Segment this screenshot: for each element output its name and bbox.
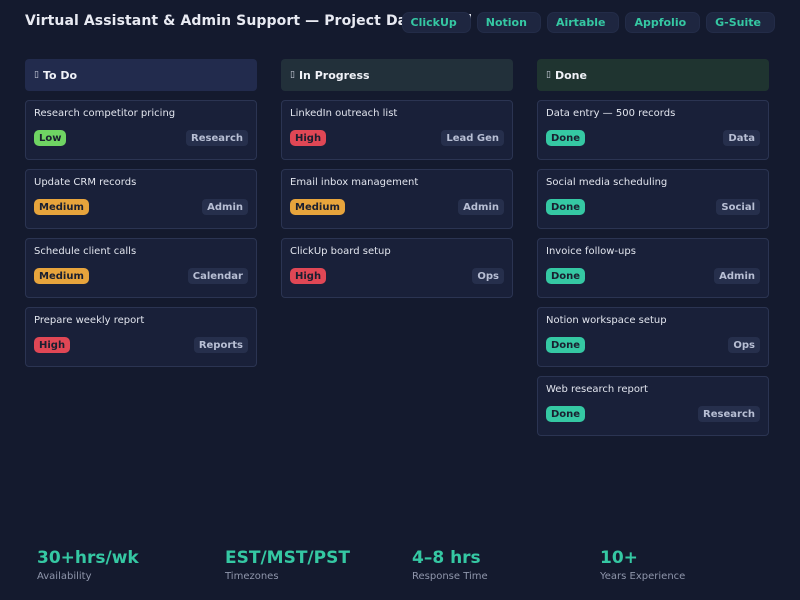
stat-value: 4–8 hrs xyxy=(412,548,481,568)
square-icon: ▯ xyxy=(546,70,551,80)
category-tag: Ops xyxy=(728,337,760,353)
tool-list: ClickUp Notion Airtable Appfolio G-Suite xyxy=(401,12,775,33)
task-card[interactable]: Email inbox management Medium Admin xyxy=(281,169,513,229)
category-tag: Research xyxy=(698,406,760,422)
task-title: Invoice follow-ups xyxy=(546,246,636,257)
stat-label: Availability xyxy=(37,571,92,582)
priority-badge: High xyxy=(290,130,327,146)
task-card[interactable]: Web research report Done Research xyxy=(537,376,769,436)
stat-value: EST/MST/PST xyxy=(225,548,350,568)
stat-label: Years Experience xyxy=(600,571,686,582)
stat-response-time: 4–8 hrs Response Time xyxy=(412,548,488,582)
task-card[interactable]: Update CRM records Medium Admin xyxy=(25,169,257,229)
category-tag: Reports xyxy=(193,337,248,353)
task-title: Schedule client calls xyxy=(34,246,137,257)
column-done: ▯ Done Data entry — 500 records Done Data Soc… xyxy=(537,59,769,436)
task-title: Update CRM records xyxy=(34,177,137,188)
square-icon: ▯ xyxy=(290,70,295,80)
category-tag: Calendar xyxy=(187,268,248,284)
priority-badge: Done xyxy=(546,406,586,422)
task-title: Notion workspace setup xyxy=(546,315,667,326)
column-label: To Do xyxy=(42,68,78,82)
header: Virtual Assistant & Admin Support — Proj… xyxy=(0,0,800,46)
kanban-board: ▯ To Do Research competitor pricing Low Rese… xyxy=(25,59,770,439)
tool-chip-clickup[interactable]: ClickUp xyxy=(401,12,471,33)
category-tag: Research xyxy=(186,130,248,146)
priority-badge: Done xyxy=(546,337,586,353)
column-header: ▯ To Do xyxy=(25,59,257,91)
task-card[interactable]: Research competitor pricing Low Research xyxy=(25,100,257,160)
stat-timezones: EST/MST/PST Timezones xyxy=(225,548,350,582)
task-card[interactable]: ClickUp board setup High Ops xyxy=(281,238,513,298)
square-icon: ▯ xyxy=(34,70,39,80)
priority-badge: Medium xyxy=(34,268,89,284)
task-title: Prepare weekly report xyxy=(34,315,145,326)
task-title: Data entry — 500 records xyxy=(546,108,676,119)
stat-availability: 30+hrs/wk Availability xyxy=(37,548,139,582)
column-todo: ▯ To Do Research competitor pricing Low Rese… xyxy=(25,59,257,367)
stat-label: Timezones xyxy=(225,571,279,582)
column-label: In Progress xyxy=(298,68,370,82)
task-title: ClickUp board setup xyxy=(290,246,391,257)
priority-badge: High xyxy=(34,337,71,353)
task-card[interactable]: Schedule client calls Medium Calendar xyxy=(25,238,257,298)
category-tag: Social xyxy=(716,199,760,215)
stat-value: 10+ xyxy=(600,548,638,568)
priority-badge: Done xyxy=(546,268,586,284)
task-card[interactable]: Invoice follow-ups Done Admin xyxy=(537,238,769,298)
category-tag: Data xyxy=(723,130,760,146)
category-tag: Admin xyxy=(714,268,760,284)
stat-value: 30+hrs/wk xyxy=(37,548,139,568)
tool-chip-notion[interactable]: Notion xyxy=(476,12,541,33)
column-label: Done xyxy=(554,68,587,82)
task-card[interactable]: Prepare weekly report High Reports xyxy=(25,307,257,367)
tool-chip-airtable[interactable]: Airtable xyxy=(546,12,620,33)
priority-badge: Done xyxy=(546,130,586,146)
priority-badge: Low xyxy=(34,130,67,146)
tool-chip-appfolio[interactable]: Appfolio xyxy=(625,12,701,33)
column-in-progress: ▯ In Progress LinkedIn outreach list High Le… xyxy=(281,59,513,298)
category-tag: Admin xyxy=(458,199,504,215)
column-header: ▯ Done xyxy=(537,59,769,91)
task-card[interactable]: Social media scheduling Done Social xyxy=(537,169,769,229)
priority-badge: High xyxy=(290,268,327,284)
stats-bar: 30+hrs/wk Availability EST/MST/PST Timez… xyxy=(0,548,800,600)
priority-badge: Medium xyxy=(290,199,345,215)
category-tag: Lead Gen xyxy=(441,130,504,146)
task-card[interactable]: Data entry — 500 records Done Data xyxy=(537,100,769,160)
priority-badge: Done xyxy=(546,199,586,215)
task-title: LinkedIn outreach list xyxy=(290,108,398,119)
task-card[interactable]: Notion workspace setup Done Ops xyxy=(537,307,769,367)
stat-label: Response Time xyxy=(412,571,488,582)
column-header: ▯ In Progress xyxy=(281,59,513,91)
stat-years-experience: 10+ Years Experience xyxy=(600,548,685,582)
task-title: Email inbox management xyxy=(290,177,419,188)
task-title: Web research report xyxy=(546,384,648,395)
task-title: Social media scheduling xyxy=(546,177,668,188)
priority-badge: Medium xyxy=(34,199,89,215)
task-title: Research competitor pricing xyxy=(34,108,176,119)
tool-chip-gsuite[interactable]: G-Suite xyxy=(706,12,775,33)
category-tag: Ops xyxy=(472,268,504,284)
category-tag: Admin xyxy=(202,199,248,215)
task-card[interactable]: LinkedIn outreach list High Lead Gen xyxy=(281,100,513,160)
